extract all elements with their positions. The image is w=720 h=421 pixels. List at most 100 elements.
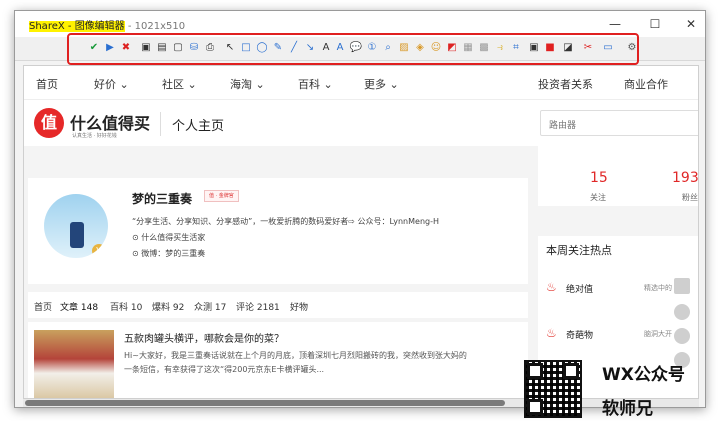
tab-tests[interactable]: 众测 17	[194, 300, 226, 313]
step-icon[interactable]: ①	[365, 41, 379, 55]
settings-icon[interactable]: ⚙	[625, 41, 639, 55]
search-input[interactable]: 路由器	[540, 110, 698, 136]
site-header: 值 什么值得买 认真生活 · 好好花钱 个人主页 路由器	[24, 100, 698, 146]
copy-icon[interactable]: ▢	[171, 41, 185, 55]
maximize-button[interactable]: ☐	[643, 15, 667, 33]
image-canvas[interactable]: 首页 好价 ⌄ 社区 ⌄ 海淘 ⌄ 百科 ⌄ 更多 ⌄ 投资者关系 商业合作 值…	[23, 65, 699, 399]
app-download-icon[interactable]	[674, 278, 690, 294]
window-title: ShareX - 图像编辑器 - 1021x510	[29, 17, 185, 32]
help-icon[interactable]	[674, 328, 690, 344]
text-outline-icon[interactable]: A	[319, 41, 333, 55]
user-weibo[interactable]: ⊙ 微博：梦的三重奏	[132, 248, 205, 259]
print-icon[interactable]: ⎙	[203, 41, 217, 55]
verified-badge-icon: V	[92, 244, 106, 258]
profile-card: V 梦的三重奏 值 · 金牌官 “分享生活、分享知识、分享感动”，一枚爱折腾的数…	[28, 178, 528, 284]
hot-topics-title: 本周关注热点	[546, 244, 612, 257]
header-divider	[160, 112, 161, 136]
ellipse-icon[interactable]: ◯	[255, 41, 269, 55]
followers-count[interactable]: 193	[672, 170, 698, 186]
user-title: ⊙ 什么值得买生活家	[132, 233, 206, 242]
app-name: ShareX	[29, 21, 65, 32]
site-nav: 首页 好价 ⌄ 社区 ⌄ 海淘 ⌄ 百科 ⌄ 更多 ⌄ 投资者关系 商业合作	[24, 66, 698, 100]
qr-code-icon	[524, 360, 582, 418]
confirm-icon[interactable]: ✔	[87, 41, 101, 55]
minimize-button[interactable]: —	[603, 15, 627, 33]
feedback-icon[interactable]	[674, 304, 690, 320]
user-name: 梦的三重奏	[132, 192, 193, 206]
crop-icon[interactable]: ⌗	[509, 41, 523, 55]
scrollbar-thumb[interactable]	[25, 400, 505, 406]
image-icon[interactable]: ▨	[397, 41, 411, 55]
line-icon[interactable]: ╱	[287, 41, 301, 55]
tab-comments[interactable]: 评论 2181	[236, 300, 280, 313]
upload-icon[interactable]: ⛁	[187, 41, 201, 55]
editor-name: 图像编辑器	[74, 21, 125, 32]
sticker-icon[interactable]: ◈	[413, 41, 427, 55]
pixelate-icon[interactable]: ▩	[477, 41, 491, 55]
logo-text[interactable]: 什么值得买	[70, 110, 150, 134]
qr-finder	[527, 363, 543, 379]
save-icon[interactable]: ▣	[139, 41, 153, 55]
border-color-icon[interactable]: ▣	[527, 41, 541, 55]
arrow-icon[interactable]: ↘	[303, 41, 317, 55]
qr-finder	[563, 363, 579, 379]
emoji-icon[interactable]: ☺	[429, 41, 443, 55]
tab-deals[interactable]: 爆料 92	[152, 300, 184, 313]
magnify-icon[interactable]: ⌕	[381, 41, 395, 55]
avatar[interactable]: V	[44, 194, 108, 258]
page-title: 个人主页	[172, 119, 225, 134]
article-item[interactable]: 五款肉罐头横评，哪款会是你的菜？ Hi~大家好，我是三重奏话说就在上个月的月底，…	[28, 322, 528, 398]
tab-home[interactable]: 首页	[34, 300, 52, 313]
nav-item-home[interactable]: 首页	[36, 76, 58, 92]
save-as-icon[interactable]: ▤	[155, 41, 169, 55]
image-editor-window: ShareX - 图像编辑器 - 1021x510 — ☐ ✕ ✔ ▶ ✖ ▣ ▤ ▢ ⛁ ⎙…	[14, 10, 706, 408]
highlight-icon[interactable]: ⥽	[493, 41, 507, 55]
nav-item-wiki[interactable]: 百科 ⌄	[298, 76, 333, 92]
image-edit-icon[interactable]: ▭	[601, 41, 615, 55]
followers-label: 粉丝	[682, 193, 698, 202]
cancel-icon[interactable]: ✖	[119, 41, 133, 55]
rectangle-icon[interactable]: □	[239, 41, 253, 55]
title-separator: -	[64, 21, 75, 32]
following-count[interactable]: 15	[590, 170, 608, 186]
user-bio: “分享生活、分享知识、分享感动”，一枚爱折腾的数码爱好者⇨ 公众号：LynnMe…	[132, 217, 440, 226]
nav-item-deals[interactable]: 好价 ⌄	[94, 76, 129, 92]
nav-item-community[interactable]: 社区 ⌄	[162, 76, 197, 92]
logo-icon[interactable]: 值	[34, 108, 64, 138]
close-button[interactable]: ✕	[679, 15, 703, 33]
continue-icon[interactable]: ▶	[103, 41, 117, 55]
qr-finder	[527, 399, 543, 415]
smart-eraser-icon[interactable]: ◩	[445, 41, 459, 55]
profile-tabs: 首页 文章 148 百科 10 爆料 92 众测 17 评论 2181 好物	[28, 292, 528, 318]
flame-icon: ♨	[546, 326, 557, 340]
hot-item-name: 奇葩物	[566, 331, 594, 341]
shadow-icon[interactable]: ◪	[561, 41, 575, 55]
tools-icon[interactable]: ✂	[581, 41, 595, 55]
article-excerpt-2: 一条短信，有幸获得了这次“得200元京东E卡横评罐头...	[124, 365, 325, 374]
tab-wiki[interactable]: 百科 10	[110, 300, 142, 313]
select-icon[interactable]: ↖	[223, 41, 237, 55]
article-thumbnail[interactable]	[34, 330, 114, 398]
flame-icon: ♨	[546, 280, 557, 294]
hot-item-tag: 精选中的	[644, 284, 672, 292]
editor-toolbar: ✔ ▶ ✖ ▣ ▤ ▢ ⛁ ⎙ ↖ □ ◯ ✎ ╱ ↘ A A 💬 ① ⌕ ▨ ◈ ☺ ◩ ▦ ▩ ⥽ ⌗ ▣ ■ ◪ ✂ ▭ ⚙	[15, 33, 705, 65]
nav-item-more[interactable]: 更多 ⌄	[364, 76, 399, 92]
following-label: 关注	[590, 193, 606, 202]
article-excerpt: Hi~大家好，我是三重奏话说就在上个月的月底，顶着深圳七月烈阳搬砖的我，突然收到…	[124, 351, 467, 360]
avatar-figure	[70, 222, 84, 248]
tab-articles[interactable]: 文章 148	[60, 300, 98, 313]
speech-balloon-icon[interactable]: 💬	[349, 41, 363, 55]
watermark: WX公众号 软师兄	[518, 356, 718, 419]
nav-item-overseas[interactable]: 海淘 ⌄	[230, 76, 265, 92]
nav-business[interactable]: 商业合作	[624, 76, 668, 92]
freehand-icon[interactable]: ✎	[271, 41, 285, 55]
text-background-icon[interactable]: A	[333, 41, 347, 55]
article-title[interactable]: 五款肉罐头横评，哪款会是你的菜？	[124, 330, 284, 345]
watermark-line-1: WX公众号	[602, 365, 685, 385]
hot-item-tag: 脑洞大开	[644, 330, 672, 338]
tab-goods[interactable]: 好物	[290, 300, 308, 313]
image-dimensions: - 1021x510	[124, 21, 186, 32]
nav-investor[interactable]: 投资者关系	[538, 76, 593, 92]
fill-color-icon[interactable]: ■	[543, 41, 557, 55]
blur-icon[interactable]: ▦	[461, 41, 475, 55]
